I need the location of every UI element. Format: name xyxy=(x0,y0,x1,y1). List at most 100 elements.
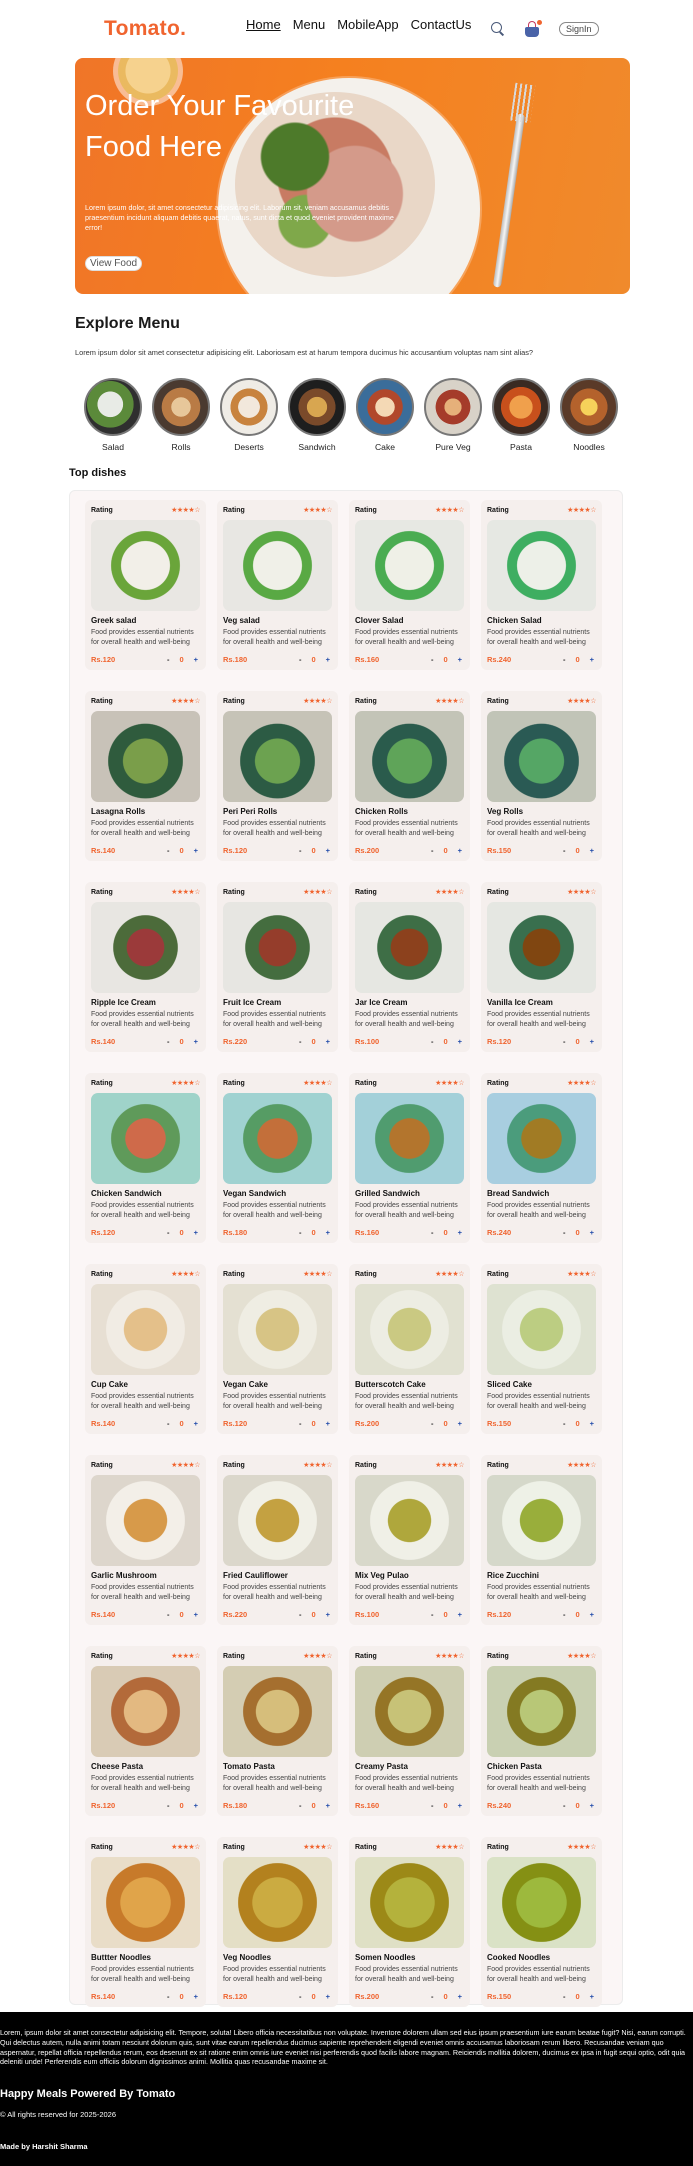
food-card[interactable]: Rating ★★★★☆ Vanilla Ice Cream Food provide… xyxy=(481,882,602,1052)
food-card[interactable]: Rating ★★★★☆ Chicken Rolls Food provides es… xyxy=(349,691,470,861)
food-card[interactable]: Rating ★★★★☆ Garlic Mushroom Food provides … xyxy=(85,1455,206,1625)
nav-link-mobileapp[interactable]: MobileApp xyxy=(337,17,398,32)
menu-item-cake[interactable]: Cake xyxy=(356,378,414,452)
food-card[interactable]: Rating ★★★★☆ Cooked Noodles Food provides e… xyxy=(481,1837,602,2007)
increment-button[interactable]: + xyxy=(590,655,594,664)
decrement-button[interactable]: - xyxy=(563,655,566,664)
food-card[interactable]: Rating ★★★★☆ Fruit Ice Cream Food provides … xyxy=(217,882,338,1052)
food-card[interactable]: Rating ★★★★☆ Buttter Noodles Food provides … xyxy=(85,1837,206,2007)
increment-button[interactable]: + xyxy=(590,1992,594,2001)
increment-button[interactable]: + xyxy=(590,1610,594,1619)
food-card[interactable]: Rating ★★★★☆ Fried Cauliflower Food provide… xyxy=(217,1455,338,1625)
food-card[interactable]: Rating ★★★★☆ Creamy Pasta Food provides ess… xyxy=(349,1646,470,1816)
increment-button[interactable]: + xyxy=(194,1419,198,1428)
decrement-button[interactable]: - xyxy=(299,846,302,855)
basket-icon[interactable] xyxy=(525,20,542,37)
food-card[interactable]: Rating ★★★★☆ Veg Noodles Food provides esse… xyxy=(217,1837,338,2007)
view-food-button[interactable]: View Food xyxy=(85,256,143,271)
increment-button[interactable]: + xyxy=(326,1228,330,1237)
food-card[interactable]: Rating ★★★★☆ Butterscotch Cake Food provide… xyxy=(349,1264,470,1434)
increment-button[interactable]: + xyxy=(326,1037,330,1046)
nav-link-contactus[interactable]: ContactUs xyxy=(411,17,472,32)
increment-button[interactable]: + xyxy=(458,655,462,664)
increment-button[interactable]: + xyxy=(458,1992,462,2001)
decrement-button[interactable]: - xyxy=(431,1992,434,2001)
decrement-button[interactable]: - xyxy=(431,846,434,855)
decrement-button[interactable]: - xyxy=(563,1610,566,1619)
food-card[interactable]: Rating ★★★★☆ Ripple Ice Cream Food provides… xyxy=(85,882,206,1052)
increment-button[interactable]: + xyxy=(326,1801,330,1810)
logo[interactable]: Tomato. xyxy=(104,17,186,41)
nav-link-home[interactable]: Home xyxy=(246,17,281,32)
food-card[interactable]: Rating ★★★★☆ Vegan Cake Food provides essen… xyxy=(217,1264,338,1434)
increment-button[interactable]: + xyxy=(590,1037,594,1046)
menu-item-noodles[interactable]: Noodles xyxy=(560,378,618,452)
food-card[interactable]: Rating ★★★★☆ Sliced Cake Food provides esse… xyxy=(481,1264,602,1434)
food-card[interactable]: Rating ★★★★☆ Veg Rolls Food provides essent… xyxy=(481,691,602,861)
decrement-button[interactable]: - xyxy=(563,846,566,855)
food-card[interactable]: Rating ★★★★☆ Tomato Pasta Food provides ess… xyxy=(217,1646,338,1816)
search-icon[interactable] xyxy=(491,22,505,36)
decrement-button[interactable]: - xyxy=(167,1037,170,1046)
food-card[interactable]: Rating ★★★★☆ Grilled Sandwich Food provides… xyxy=(349,1073,470,1243)
increment-button[interactable]: + xyxy=(194,655,198,664)
decrement-button[interactable]: - xyxy=(563,1992,566,2001)
food-card[interactable]: Rating ★★★★☆ Greek salad Food provides esse… xyxy=(85,500,206,670)
food-card[interactable]: Rating ★★★★☆ Somen Noodles Food provides es… xyxy=(349,1837,470,2007)
menu-item-rolls[interactable]: Rolls xyxy=(152,378,210,452)
decrement-button[interactable]: - xyxy=(299,1801,302,1810)
food-card[interactable]: Rating ★★★★☆ Cup Cake Food provides essenti… xyxy=(85,1264,206,1434)
menu-item-pure-veg[interactable]: Pure Veg xyxy=(424,378,482,452)
decrement-button[interactable]: - xyxy=(431,1801,434,1810)
decrement-button[interactable]: - xyxy=(431,1419,434,1428)
food-card[interactable]: Rating ★★★★☆ Lasagna Rolls Food provides es… xyxy=(85,691,206,861)
increment-button[interactable]: + xyxy=(194,846,198,855)
increment-button[interactable]: + xyxy=(590,1801,594,1810)
increment-button[interactable]: + xyxy=(458,1419,462,1428)
food-card[interactable]: Rating ★★★★☆ Chicken Pasta Food provides es… xyxy=(481,1646,602,1816)
decrement-button[interactable]: - xyxy=(167,1992,170,2001)
decrement-button[interactable]: - xyxy=(563,1037,566,1046)
nav-link-menu[interactable]: Menu xyxy=(293,17,326,32)
increment-button[interactable]: + xyxy=(458,1228,462,1237)
increment-button[interactable]: + xyxy=(590,1419,594,1428)
decrement-button[interactable]: - xyxy=(167,1801,170,1810)
food-card[interactable]: Rating ★★★★☆ Chicken Salad Food provides es… xyxy=(481,500,602,670)
increment-button[interactable]: + xyxy=(194,1037,198,1046)
food-card[interactable]: Rating ★★★★☆ Chicken Sandwich Food provides… xyxy=(85,1073,206,1243)
decrement-button[interactable]: - xyxy=(167,655,170,664)
increment-button[interactable]: + xyxy=(194,1228,198,1237)
increment-button[interactable]: + xyxy=(326,1419,330,1428)
food-card[interactable]: Rating ★★★★☆ Vegan Sandwich Food provides e… xyxy=(217,1073,338,1243)
increment-button[interactable]: + xyxy=(326,655,330,664)
food-card[interactable]: Rating ★★★★☆ Clover Salad Food provides ess… xyxy=(349,500,470,670)
food-card[interactable]: Rating ★★★★☆ Bread Sandwich Food provides e… xyxy=(481,1073,602,1243)
decrement-button[interactable]: - xyxy=(431,655,434,664)
decrement-button[interactable]: - xyxy=(167,846,170,855)
decrement-button[interactable]: - xyxy=(167,1419,170,1428)
decrement-button[interactable]: - xyxy=(299,655,302,664)
increment-button[interactable]: + xyxy=(326,846,330,855)
food-card[interactable]: Rating ★★★★☆ Peri Peri Rolls Food provides … xyxy=(217,691,338,861)
food-card[interactable]: Rating ★★★★☆ Rice Zucchini Food provides es… xyxy=(481,1455,602,1625)
decrement-button[interactable]: - xyxy=(431,1037,434,1046)
decrement-button[interactable]: - xyxy=(299,1610,302,1619)
signin-button[interactable]: SignIn xyxy=(559,22,599,36)
increment-button[interactable]: + xyxy=(590,846,594,855)
decrement-button[interactable]: - xyxy=(167,1610,170,1619)
decrement-button[interactable]: - xyxy=(431,1228,434,1237)
decrement-button[interactable]: - xyxy=(299,1037,302,1046)
increment-button[interactable]: + xyxy=(194,1610,198,1619)
decrement-button[interactable]: - xyxy=(299,1228,302,1237)
increment-button[interactable]: + xyxy=(194,1801,198,1810)
decrement-button[interactable]: - xyxy=(167,1228,170,1237)
menu-item-salad[interactable]: Salad xyxy=(84,378,142,452)
increment-button[interactable]: + xyxy=(458,846,462,855)
decrement-button[interactable]: - xyxy=(563,1801,566,1810)
menu-item-sandwich[interactable]: Sandwich xyxy=(288,378,346,452)
food-card[interactable]: Rating ★★★★☆ Veg salad Food provides essent… xyxy=(217,500,338,670)
increment-button[interactable]: + xyxy=(458,1801,462,1810)
food-card[interactable]: Rating ★★★★☆ Cheese Pasta Food provides ess… xyxy=(85,1646,206,1816)
increment-button[interactable]: + xyxy=(326,1992,330,2001)
decrement-button[interactable]: - xyxy=(563,1419,566,1428)
